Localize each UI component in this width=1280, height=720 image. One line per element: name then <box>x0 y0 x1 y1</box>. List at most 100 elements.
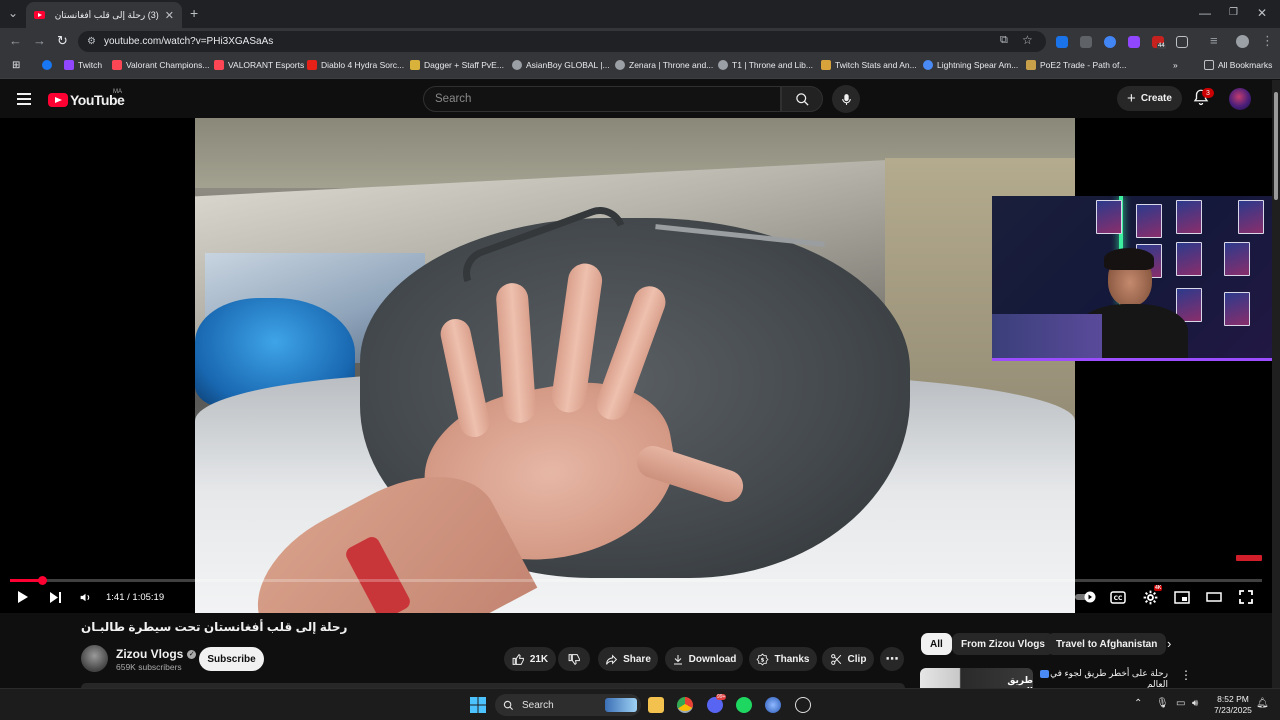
bookmark-twitch[interactable]: Twitch <box>64 60 102 70</box>
thumbs-down-icon <box>568 653 580 665</box>
extension-2-icon[interactable] <box>1080 36 1092 48</box>
closed-captions-icon: CC <box>1110 590 1126 604</box>
restore-icon[interactable]: ❐ <box>1229 6 1238 20</box>
bookmark-diablo[interactable]: Diablo 4 Hydra Sorc... <box>307 60 404 70</box>
recommended-video-thumbnail[interactable]: طريق الموت <box>920 668 1033 688</box>
notification-bell-icon[interactable]: 🔔︎ <box>1256 698 1269 709</box>
windows-start-icon[interactable] <box>470 697 486 713</box>
video-player[interactable]: 1:41 / 1:05:19 CC 4K <box>0 118 1272 613</box>
app-icon[interactable] <box>765 697 781 713</box>
bookmark-twitch-stats[interactable]: Twitch Stats and An... <box>821 60 917 70</box>
bookmark-label: Zenara | Throne and... <box>629 60 714 70</box>
chip-travel-afghanistan[interactable]: Travel to Afghanistan <box>1047 633 1167 655</box>
steam-icon[interactable] <box>795 697 811 713</box>
new-tab-button[interactable]: + <box>190 6 198 20</box>
bookmark-lightning-spear[interactable]: Lightning Spear Am... <box>923 60 1018 70</box>
speaker-icon[interactable]: 🔊︎ <box>1192 698 1198 709</box>
voice-search-button[interactable] <box>832 85 860 113</box>
all-bookmarks[interactable]: All Bookmarks <box>1204 60 1272 70</box>
channel-avatar[interactable] <box>81 645 108 672</box>
taskbar-clock[interactable]: 8:52 PM 7/23/2025 <box>1208 694 1258 716</box>
tray-overflow-chevron-icon[interactable]: ⌃ <box>1134 698 1142 709</box>
download-button[interactable]: Download <box>665 647 743 671</box>
miniplayer-button[interactable] <box>1172 588 1192 606</box>
extension-twitch-icon[interactable] <box>1128 36 1140 48</box>
play-button[interactable] <box>14 588 32 606</box>
taskbar-search[interactable]: Search <box>495 694 641 716</box>
close-tab-icon[interactable]: ✕ <box>165 9 174 22</box>
apps-grid-icon[interactable]: ⊞ <box>12 60 20 71</box>
subtitles-button[interactable]: CC <box>1108 588 1128 606</box>
volume-icon <box>80 593 89 601</box>
spotify-icon[interactable] <box>736 697 752 713</box>
bookmarks-overflow-icon[interactable]: » <box>1173 60 1178 70</box>
clip-button[interactable]: Clip <box>822 647 874 671</box>
extension-3-icon[interactable] <box>1104 36 1116 48</box>
tab-search-chevron-icon[interactable]: ⌄ <box>8 6 18 20</box>
scrollbar-thumb[interactable] <box>1274 92 1278 200</box>
chrome-menu-icon[interactable]: ⋮ <box>1261 34 1274 48</box>
search-input[interactable] <box>424 87 780 111</box>
bookmark-label: Diablo 4 Hydra Sorc... <box>321 60 405 70</box>
extension-1-icon[interactable] <box>1056 36 1068 48</box>
dislike-button[interactable] <box>558 647 590 671</box>
chips-next-chevron-icon[interactable]: › <box>1167 636 1171 651</box>
video-frame[interactable] <box>195 118 1075 613</box>
site-icon <box>718 60 728 70</box>
video-progress-bar[interactable] <box>10 576 1262 585</box>
theater-mode-button[interactable] <box>1204 588 1224 606</box>
bookmark-valorant-esports[interactable]: VALORANT Esports <box>214 60 304 70</box>
tab-title: (3) رحلة إلى قلب أفغانستان تحت <box>53 9 159 20</box>
autoplay-toggle[interactable] <box>1074 588 1098 606</box>
chrome-icon[interactable] <box>677 697 693 713</box>
network-icon[interactable]: ▭ <box>1176 698 1185 709</box>
bookmark-dagger-staff[interactable]: Dagger + Staff PvE... <box>410 60 504 70</box>
omnibox[interactable]: ⚙ youtube.com/watch?v=PHi3XGASaAs ⧉ ☆ <box>78 31 1046 52</box>
like-button[interactable]: 21K <box>504 647 556 671</box>
theater-mode-icon <box>1206 592 1222 602</box>
subscribe-button[interactable]: Subscribe <box>199 647 264 671</box>
profile-icon[interactable] <box>1236 35 1249 48</box>
next-button[interactable] <box>46 588 64 606</box>
reload-icon[interactable]: ↻ <box>57 34 68 48</box>
bookmark-valorant-champions[interactable]: Valorant Champions... <box>112 60 209 70</box>
guide-menu-icon[interactable] <box>17 93 31 108</box>
browser-tab-active[interactable]: (3) رحلة إلى قلب أفغانستان تحت ✕ <box>26 2 182 28</box>
cast-icon[interactable]: ⧉ <box>1000 34 1008 47</box>
search-button[interactable] <box>781 86 823 112</box>
progress-scrubber-handle[interactable] <box>37 576 47 585</box>
reading-list-icon[interactable]: ≡ <box>1210 34 1218 48</box>
minimize-icon[interactable]: — <box>1199 6 1211 20</box>
bookmark-t1[interactable]: T1 | Throne and Lib... <box>718 60 813 70</box>
channel-name-link[interactable]: Zizou Vlogs ✓ <box>116 647 197 661</box>
chip-all[interactable]: All <box>921 633 952 655</box>
account-avatar[interactable] <box>1229 88 1251 110</box>
channel-watermark[interactable] <box>1236 555 1262 561</box>
bookmark-label: Twitch Stats and An... <box>835 60 917 70</box>
more-actions-button[interactable]: ⋯ <box>880 647 904 671</box>
tray-microphone-icon[interactable]: 🎙︎ <box>1156 698 1169 709</box>
close-window-icon[interactable]: ✕ <box>1257 6 1267 20</box>
bookmark-zenara[interactable]: Zenara | Throne and... <box>615 60 713 70</box>
youtube-logo[interactable]: YouTube MA <box>48 89 125 108</box>
share-arrow-icon <box>606 654 618 665</box>
bookmark-facebook[interactable] <box>42 60 56 70</box>
bookmark-asianboy[interactable]: AsianBoy GLOBAL |... <box>512 60 610 70</box>
forward-icon[interactable]: → <box>33 34 46 48</box>
video-options-icon[interactable]: ⋮ <box>1180 668 1192 682</box>
share-button[interactable]: Share <box>598 647 658 671</box>
fullscreen-button[interactable] <box>1236 588 1256 606</box>
bookmark-star-icon[interactable]: ☆ <box>1022 33 1033 47</box>
bookmark-poe2-trade[interactable]: PoE2 Trade - Path of... <box>1026 60 1126 70</box>
back-icon[interactable]: ← <box>9 34 22 48</box>
mute-button[interactable] <box>76 588 94 606</box>
page-scrollbar[interactable] <box>1272 80 1280 688</box>
extensions-puzzle-icon[interactable] <box>1176 36 1188 48</box>
chip-from-channel[interactable]: From Zizou Vlogs <box>952 633 1054 655</box>
recommended-video-title[interactable]: رحلة على أخطر طريق لجوء في العالم <box>1040 668 1168 690</box>
file-explorer-icon[interactable] <box>648 697 664 713</box>
create-button[interactable]: + Create <box>1117 86 1182 111</box>
site-info-icon[interactable]: ⚙ <box>87 36 96 47</box>
bookmark-label: Lightning Spear Am... <box>937 60 1019 70</box>
thanks-button[interactable]: $ Thanks <box>749 647 817 671</box>
